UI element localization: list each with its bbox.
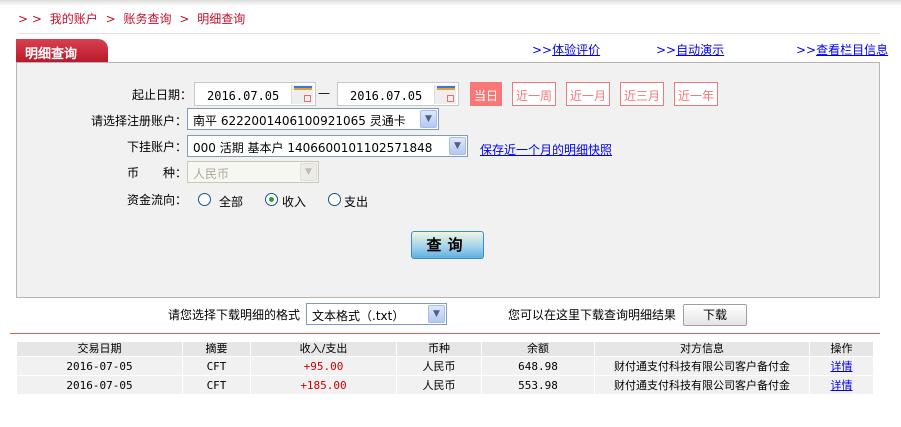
table-row: 2016-07-05 CFT +185.00 人民币 553.98 财付通支付科… xyxy=(17,376,873,394)
cell-balance: 648.98 xyxy=(482,357,594,375)
radio-income[interactable] xyxy=(265,193,278,206)
link-label[interactable]: 自动演示 xyxy=(676,43,724,57)
chevron-down-icon: ▼ xyxy=(420,110,437,128)
cell-counterparty: 财付通支付科技有限公司客户备付金 xyxy=(595,357,809,375)
divider xyxy=(18,33,880,34)
col-balance: 余额 xyxy=(482,342,594,356)
save-snapshot-link[interactable]: 保存近一个月的明细快照 xyxy=(480,141,612,158)
breadcrumb-arrow: > > xyxy=(18,12,42,26)
start-date-input[interactable]: 2016.07.05 xyxy=(194,82,316,106)
account-label: 请选择注册账户： xyxy=(90,114,187,128)
top-shade xyxy=(0,0,901,6)
download-hint: 您可以在这里下载查询明细结果 xyxy=(508,308,677,322)
end-date-value: 2016.07.05 xyxy=(350,89,423,103)
date-dash: — xyxy=(318,86,330,100)
range-today-button[interactable]: 当日 xyxy=(470,82,503,106)
col-currency: 币种 xyxy=(397,342,481,356)
download-format-value: 文本格式（.txt） xyxy=(312,309,405,323)
date-label: 起止日期： xyxy=(131,88,192,102)
query-button[interactable]: 查询 xyxy=(411,231,484,259)
download-format-select[interactable]: 文本格式（.txt） ▼ xyxy=(306,303,447,325)
table-header-row: 交易日期 摘要 收入/支出 币种 余额 对方信息 操作 xyxy=(17,342,873,356)
breadcrumb-account-query[interactable]: 账务查询 xyxy=(124,12,172,26)
radio-expense-label: 支出 xyxy=(344,195,369,209)
col-counterparty: 对方信息 xyxy=(595,342,809,356)
download-format-label: 请您选择下载明细的格式 xyxy=(168,308,301,322)
sub-account-label: 下挂账户： xyxy=(126,140,187,154)
col-action: 操作 xyxy=(810,342,873,356)
calendar-icon[interactable] xyxy=(434,85,456,104)
cell-balance: 553.98 xyxy=(482,376,594,394)
chevron-down-icon: ▼ xyxy=(449,137,466,155)
chevron-down-icon: ▼ xyxy=(300,163,317,181)
currency-label: 币 种： xyxy=(126,166,187,180)
end-date-input[interactable]: 2016.07.05 xyxy=(337,82,459,106)
range-year-button[interactable]: 近一年 xyxy=(674,82,719,106)
radio-income-label: 收入 xyxy=(282,195,307,209)
sub-account-select[interactable]: 000 活期 基本户 1406600101102571848 ▼ xyxy=(187,135,468,157)
cell-amount: +185.00 xyxy=(251,376,396,394)
breadcrumb: > > 我的账户 > 账务查询 > 明细查询 xyxy=(18,10,249,27)
col-date: 交易日期 xyxy=(17,342,182,356)
link-prefix: >> xyxy=(532,43,553,57)
range-3months-button[interactable]: 近三月 xyxy=(620,82,665,106)
breadcrumb-current: 明细查询 xyxy=(197,12,246,26)
currency-select[interactable]: 人民币 ▼ xyxy=(187,161,319,183)
cell-date: 2016-07-05 xyxy=(17,376,182,394)
start-date-value: 2016.07.05 xyxy=(207,89,280,103)
cell-amount: +95.00 xyxy=(251,357,396,375)
radio-all[interactable] xyxy=(198,193,211,206)
tab-detail-query[interactable]: 明细查询 xyxy=(16,39,108,63)
detail-link[interactable]: 详情 xyxy=(831,379,853,392)
transaction-table: 交易日期 摘要 收入/支出 币种 余额 对方信息 操作 2016-07-05 C… xyxy=(16,341,874,395)
link-feedback[interactable]: >>体验评价 xyxy=(532,41,600,58)
breadcrumb-arrow: > xyxy=(105,12,116,26)
range-month-button[interactable]: 近一月 xyxy=(566,82,611,106)
link-column-info[interactable]: >>查看栏目信息 xyxy=(796,41,888,58)
link-prefix: >> xyxy=(656,43,677,57)
sub-account-value: 000 活期 基本户 1406600101102571848 xyxy=(193,141,433,155)
breadcrumb-arrow: > xyxy=(179,12,190,26)
divider xyxy=(10,333,880,334)
radio-expense[interactable] xyxy=(328,193,341,206)
cell-date: 2016-07-05 xyxy=(17,357,182,375)
link-prefix: >> xyxy=(796,43,817,57)
cell-summary: CFT xyxy=(183,376,250,394)
cell-summary: CFT xyxy=(183,357,250,375)
link-label[interactable]: 体验评价 xyxy=(552,43,600,57)
flow-label: 资金流向： xyxy=(126,193,187,207)
link-auto-demo[interactable]: >>自动演示 xyxy=(656,41,724,58)
cell-currency: 人民币 xyxy=(397,376,481,394)
detail-link[interactable]: 详情 xyxy=(831,360,853,373)
cell-counterparty: 财付通支付科技有限公司客户备付金 xyxy=(595,376,809,394)
breadcrumb-my-account[interactable]: 我的账户 xyxy=(50,12,98,26)
col-amount: 收入/支出 xyxy=(251,342,396,356)
download-button[interactable]: 下载 xyxy=(683,304,747,326)
account-select[interactable]: 南平 6222001406100921065 灵通卡 ▼ xyxy=(187,108,439,130)
calendar-icon[interactable] xyxy=(291,85,313,104)
radio-all-label: 全部 xyxy=(219,195,244,209)
range-week-button[interactable]: 近一周 xyxy=(512,82,557,106)
currency-value: 人民币 xyxy=(193,167,230,181)
cell-currency: 人民币 xyxy=(397,357,481,375)
col-summary: 摘要 xyxy=(183,342,250,356)
table-row: 2016-07-05 CFT +95.00 人民币 648.98 财付通支付科技… xyxy=(17,357,873,375)
chevron-down-icon: ▼ xyxy=(428,305,445,323)
link-label[interactable]: 查看栏目信息 xyxy=(816,43,888,57)
account-value: 南平 6222001406100921065 灵通卡 xyxy=(193,114,406,128)
